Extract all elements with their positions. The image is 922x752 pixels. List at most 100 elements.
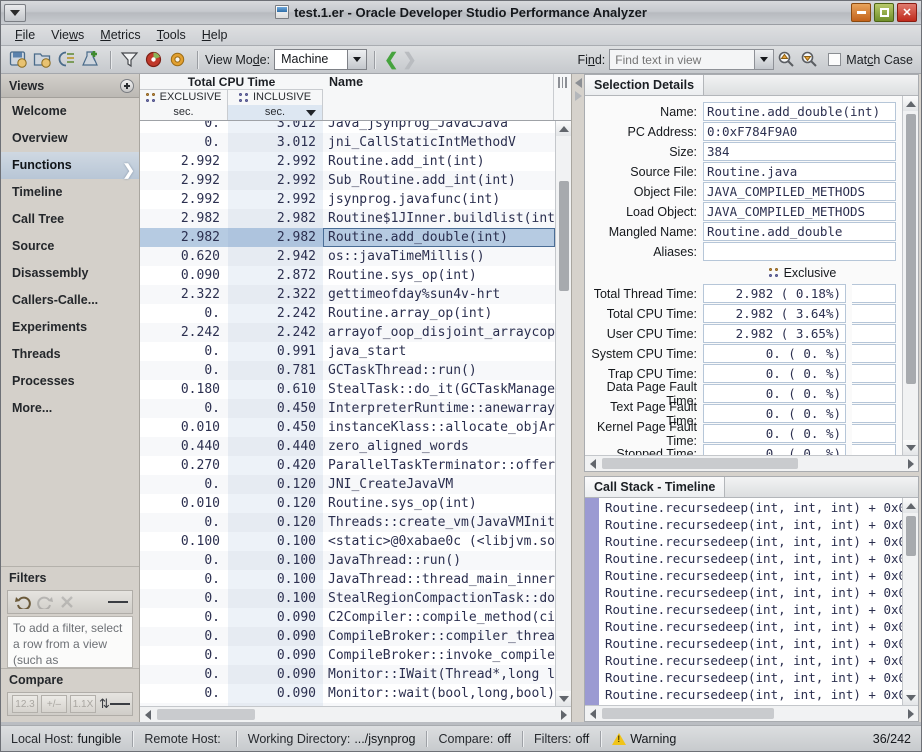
add-view-button[interactable] bbox=[120, 79, 134, 93]
status-warning[interactable]: Warning bbox=[612, 732, 676, 746]
menu-views[interactable]: Views bbox=[43, 26, 92, 44]
close-button[interactable]: ✕ bbox=[897, 3, 917, 22]
scroll-down-button[interactable] bbox=[903, 690, 918, 705]
table-row[interactable]: 0.0.450InterpreterRuntime::anewarray(Ja bbox=[140, 399, 555, 418]
compare-experiments-icon[interactable] bbox=[55, 49, 77, 71]
scrollbar-thumb[interactable] bbox=[906, 516, 916, 556]
table-row[interactable]: 0.4400.440zero_aligned_words bbox=[140, 437, 555, 456]
table-row[interactable]: 0.0.100JavaThread::run() bbox=[140, 551, 555, 570]
table-row[interactable]: 0.0.080Compile::Compile(ciEnv*,C2Compil bbox=[140, 703, 555, 706]
sidebar-item-processes[interactable]: Processes bbox=[1, 368, 139, 395]
filter-menu-icon[interactable] bbox=[108, 592, 128, 612]
table-row[interactable]: 0.1000.100<static>@0xabae0c (<libjvm.so>… bbox=[140, 532, 555, 551]
table-row[interactable]: 2.9922.992jsynprog.javafunc(int) bbox=[140, 190, 555, 209]
selection-detail-value[interactable]: JAVA_COMPILED_METHODS bbox=[703, 202, 896, 221]
selection-detail-value[interactable]: Routine.add_double(int) bbox=[703, 102, 896, 121]
selection-details-horizontal-scrollbar[interactable] bbox=[585, 455, 918, 471]
table-row[interactable]: 0.0.991java_start bbox=[140, 342, 555, 361]
call-stack-frame[interactable]: Routine.recursedeep(int, int, int) + 0x0… bbox=[599, 499, 902, 516]
column-options-grip[interactable] bbox=[554, 74, 571, 120]
metrics-icon[interactable] bbox=[142, 49, 164, 71]
selection-detail-value[interactable]: 0:0xF784F9A0 bbox=[703, 122, 896, 141]
table-row[interactable]: 0.0.100JavaThread::thread_main_inner() bbox=[140, 570, 555, 589]
sidebar-item-experiments[interactable]: Experiments bbox=[1, 314, 139, 341]
table-row[interactable]: 0.0.090C2Compiler::compile_method(ciEnv bbox=[140, 608, 555, 627]
tab-call-stack-timeline[interactable]: Call Stack - Timeline bbox=[585, 477, 725, 497]
table-row[interactable]: 0.0.090CompileBroker::invoke_compiler_o bbox=[140, 646, 555, 665]
view-mode-arrow[interactable] bbox=[347, 50, 366, 69]
minimize-button[interactable] bbox=[851, 3, 871, 22]
menu-file[interactable]: File bbox=[7, 26, 43, 44]
nav-back-button[interactable]: ❮ bbox=[384, 51, 398, 68]
sidebar-item-call-tree[interactable]: Call Tree bbox=[1, 206, 139, 233]
find-previous-icon[interactable] bbox=[777, 50, 797, 70]
scroll-right-button[interactable] bbox=[903, 706, 918, 721]
table-row[interactable]: 0.0.781GCTaskThread::run() bbox=[140, 361, 555, 380]
table-row[interactable]: 0.3.012Java_jsynprog_JavaCJava bbox=[140, 121, 555, 133]
hscrollbar-thumb[interactable] bbox=[602, 708, 774, 719]
collapse-left-icon[interactable] bbox=[575, 78, 582, 88]
sidebar-item-more[interactable]: More... bbox=[1, 395, 139, 422]
compare-absolute-button[interactable]: 12.3 bbox=[12, 695, 38, 713]
scroll-up-button[interactable] bbox=[556, 121, 571, 136]
table-row[interactable]: 2.9922.992Routine.add_int(int) bbox=[140, 152, 555, 171]
settings-icon[interactable] bbox=[166, 49, 188, 71]
scroll-down-button[interactable] bbox=[556, 691, 571, 706]
table-row[interactable]: 0.1800.610StealTask::do_it(GCTaskManager… bbox=[140, 380, 555, 399]
sidebar-item-timeline[interactable]: Timeline bbox=[1, 179, 139, 206]
compare-ratio-button[interactable]: 1.1X bbox=[70, 695, 96, 713]
column-header-name[interactable]: Name bbox=[323, 74, 554, 120]
compare-delta-button[interactable]: +/– bbox=[41, 695, 67, 713]
selection-details-vertical-scrollbar[interactable] bbox=[902, 96, 918, 471]
table-row[interactable]: 0.0.090Monitor::IWait(Thread*,long long bbox=[140, 665, 555, 684]
table-row[interactable]: 0.0902.872Routine.sys_op(int) bbox=[140, 266, 555, 285]
sidebar-item-welcome[interactable]: Welcome bbox=[1, 98, 139, 125]
redo-filter-icon[interactable] bbox=[34, 592, 56, 612]
match-case-checkbox[interactable] bbox=[828, 53, 841, 66]
undo-filter-icon[interactable] bbox=[12, 592, 34, 612]
filter-icon[interactable] bbox=[118, 49, 140, 71]
panel-splitter[interactable] bbox=[572, 74, 584, 722]
call-stack-frame[interactable]: Routine.recursedeep(int, int, int) + 0x0… bbox=[599, 584, 902, 601]
compare-menu-icon[interactable] bbox=[110, 694, 130, 714]
menu-help[interactable]: Help bbox=[194, 26, 236, 44]
table-row[interactable]: 0.6202.942os::javaTimeMillis() bbox=[140, 247, 555, 266]
table-row[interactable]: 0.0100.450instanceKlass::allocate_objArr… bbox=[140, 418, 555, 437]
call-stack-frame[interactable]: Routine.recursedeep(int, int, int) + 0x0… bbox=[599, 601, 902, 618]
table-row[interactable]: 0.0.090Monitor::wait(bool,long,bool) bbox=[140, 684, 555, 703]
table-row[interactable]: 2.3222.322gettimeofday%sun4v-hrt bbox=[140, 285, 555, 304]
collapse-right-icon[interactable] bbox=[575, 91, 582, 101]
table-row[interactable]: 2.2422.242arrayof_oop_disjoint_arraycopy bbox=[140, 323, 555, 342]
selection-detail-value[interactable]: JAVA_COMPILED_METHODS bbox=[703, 182, 896, 201]
table-horizontal-scrollbar[interactable] bbox=[140, 706, 571, 722]
table-row[interactable]: 2.9922.992Sub_Routine.add_int(int) bbox=[140, 171, 555, 190]
tab-selection-details[interactable]: Selection Details bbox=[585, 75, 704, 95]
call-stack-frame[interactable]: Routine.recursedeep(int, int, int) + 0x0… bbox=[599, 618, 902, 635]
find-next-icon[interactable] bbox=[800, 50, 820, 70]
selection-detail-value[interactable] bbox=[703, 242, 896, 261]
table-row[interactable]: 0.0.120JNI_CreateJavaVM bbox=[140, 475, 555, 494]
call-stack-frame[interactable]: Routine.recursedeep(int, int, int) + 0x0… bbox=[599, 550, 902, 567]
scroll-right-button[interactable] bbox=[556, 707, 571, 722]
call-stack-frame[interactable]: Routine.recursedeep(int, int, int) + 0x0… bbox=[599, 516, 902, 533]
clear-filter-icon[interactable] bbox=[56, 592, 78, 612]
hscrollbar-thumb[interactable] bbox=[602, 458, 798, 469]
call-stack-horizontal-scrollbar[interactable] bbox=[585, 705, 918, 721]
sidebar-item-source[interactable]: Source bbox=[1, 233, 139, 260]
scroll-up-button[interactable] bbox=[903, 498, 918, 513]
scroll-right-button[interactable] bbox=[903, 456, 918, 471]
sidebar-item-callers-callees[interactable]: Callers-Calle... bbox=[1, 287, 139, 314]
call-stack-frame[interactable]: Routine.recursedeep(int, int, int) + 0x0… bbox=[599, 635, 902, 652]
selection-detail-value[interactable]: Routine.java bbox=[703, 162, 896, 181]
hscroll-track[interactable] bbox=[155, 709, 556, 720]
scroll-up-button[interactable] bbox=[903, 96, 918, 111]
scroll-down-button[interactable] bbox=[903, 440, 918, 455]
table-row[interactable]: 0.0100.120Routine.sys_op(int) bbox=[140, 494, 555, 513]
call-stack-frame[interactable]: Routine.recursedeep(int, int, int) + 0x0… bbox=[599, 652, 902, 669]
scroll-left-button[interactable] bbox=[585, 456, 600, 471]
table-row[interactable]: 0.0.090CompileBroker::compiler_thread_l bbox=[140, 627, 555, 646]
sidebar-item-threads[interactable]: Threads bbox=[1, 341, 139, 368]
call-stack-frame[interactable]: Routine.recursedeep(int, int, int) + 0x0… bbox=[599, 567, 902, 584]
open-experiment-icon[interactable] bbox=[7, 49, 29, 71]
scrollbar-thumb[interactable] bbox=[906, 114, 916, 384]
